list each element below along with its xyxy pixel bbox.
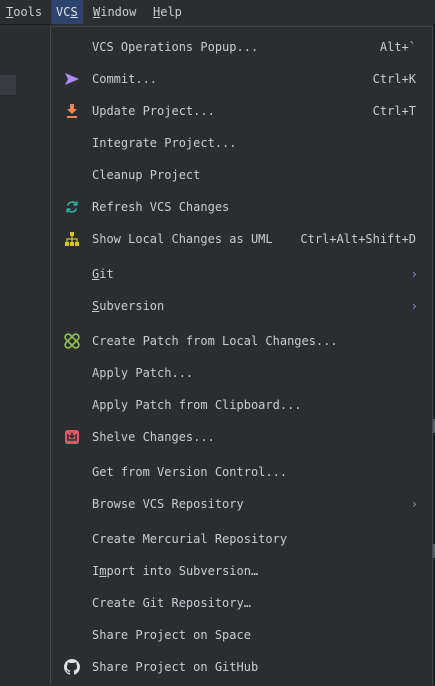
menu-item-label: Create Git Repository… (92, 596, 251, 610)
menu-item-label: Apply Patch from Clipboard... (92, 398, 302, 412)
menu-item-label: Create Mercurial Repository (92, 532, 288, 546)
chevron-right-icon: › (410, 299, 418, 313)
menu-item-label: Browse VCS Repository (92, 497, 244, 511)
menu-vcs[interactable]: VCS (51, 0, 83, 24)
menu-item-label: Integrate Project... (92, 136, 237, 150)
menu-item-label: Show Local Changes as UML (92, 232, 273, 246)
menu-item-cleanup-project[interactable]: Cleanup Project (52, 161, 432, 189)
menu-item-share-on-space[interactable]: Share Project on Space (52, 621, 432, 649)
menu-item-git[interactable]: Git › (52, 260, 432, 288)
menu-item-mnemonic: G (92, 267, 100, 281)
menu-item-mnemonic: S (92, 299, 100, 313)
menu-window-label: indow (100, 5, 137, 19)
menu-item-label: Get from Version Control... (92, 465, 288, 479)
vcs-dropdown-menu: VCS Operations Popup... Alt+` Commit... … (50, 26, 433, 685)
menu-item-label: Apply Patch... (92, 366, 194, 380)
menu-item-show-local-changes-uml[interactable]: Show Local Changes as UML Ctrl+Alt+Shift… (52, 225, 432, 253)
uml-diagram-icon (64, 231, 80, 247)
editor-side-pane (0, 24, 50, 686)
menu-item-label: Shelve Changes... (92, 430, 215, 444)
shelve-icon (64, 429, 80, 445)
menu-item-update-project[interactable]: Update Project... Ctrl+T (52, 97, 432, 125)
menu-item-label: Import into Subversion… (92, 564, 259, 578)
menu-item-create-mercurial-repository[interactable]: Create Mercurial Repository (52, 525, 432, 553)
menu-item-label: Cleanup Project (92, 168, 201, 182)
menu-item-label: Share Project on Space (92, 628, 251, 642)
menu-bar: Tools VCS Window Help (0, 0, 435, 24)
menu-item-shortcut: Alt+` (379, 40, 416, 54)
menu-item-create-git-repository[interactable]: Create Git Repository… (52, 589, 432, 617)
menu-item-mnemonic: m (99, 564, 107, 578)
refresh-icon (64, 199, 80, 215)
menu-item-get-from-vcs[interactable]: Get from Version Control... (52, 458, 432, 486)
menu-item-subversion[interactable]: Subversion › (52, 292, 432, 320)
patch-icon (64, 333, 80, 349)
update-download-icon (64, 103, 80, 119)
menu-item-commit[interactable]: Commit... Ctrl+K (52, 65, 432, 93)
menu-item-shortcut: Ctrl+T (372, 104, 416, 118)
commit-arrow-icon (64, 71, 80, 87)
menu-item-integrate-project[interactable]: Integrate Project... (52, 129, 432, 157)
menu-vcs-mnemonic: S (70, 5, 78, 19)
menu-help[interactable]: Help (148, 0, 187, 24)
menu-item-import-into-subversion[interactable]: Import into Subversion… (52, 557, 432, 585)
menu-tools-label: ools (13, 5, 43, 19)
menu-item-label: Commit... (92, 72, 158, 86)
menu-item-label: Update Project... (92, 104, 215, 118)
chevron-right-icon: › (410, 497, 418, 511)
menu-item-label: VCS Operations Popup... (92, 40, 259, 54)
menu-item-share-on-github[interactable]: Share Project on GitHub (52, 653, 432, 681)
menu-window[interactable]: Window (88, 0, 141, 24)
menu-item-apply-patch[interactable]: Apply Patch... (52, 359, 432, 387)
menu-help-label: elp (160, 5, 182, 19)
menu-item-apply-patch-clipboard[interactable]: Apply Patch from Clipboard... (52, 391, 432, 419)
menu-item-label: Refresh VCS Changes (92, 200, 230, 214)
menu-tools[interactable]: Tools (1, 0, 47, 24)
menu-vcs-label: VC (56, 5, 71, 19)
menu-item-vcs-operations-popup[interactable]: VCS Operations Popup... Alt+` (52, 33, 432, 61)
menu-item-shortcut: Ctrl+K (372, 72, 416, 86)
menu-item-label: Git (92, 267, 114, 281)
chevron-right-icon: › (410, 267, 418, 281)
menu-item-browse-vcs-repository[interactable]: Browse VCS Repository › (52, 490, 432, 518)
menu-item-label: Share Project on GitHub (92, 660, 259, 674)
menu-item-label: Subversion (92, 299, 165, 313)
menu-item-refresh-vcs-changes[interactable]: Refresh VCS Changes (52, 193, 432, 221)
menu-item-shelve-changes[interactable]: Shelve Changes... (52, 423, 432, 451)
selected-row-highlight (0, 75, 16, 95)
menu-item-create-patch[interactable]: Create Patch from Local Changes... (52, 327, 432, 355)
menu-item-label: Create Patch from Local Changes... (92, 334, 338, 348)
menu-item-shortcut: Ctrl+Alt+Shift+D (300, 232, 416, 246)
github-icon (64, 659, 80, 675)
